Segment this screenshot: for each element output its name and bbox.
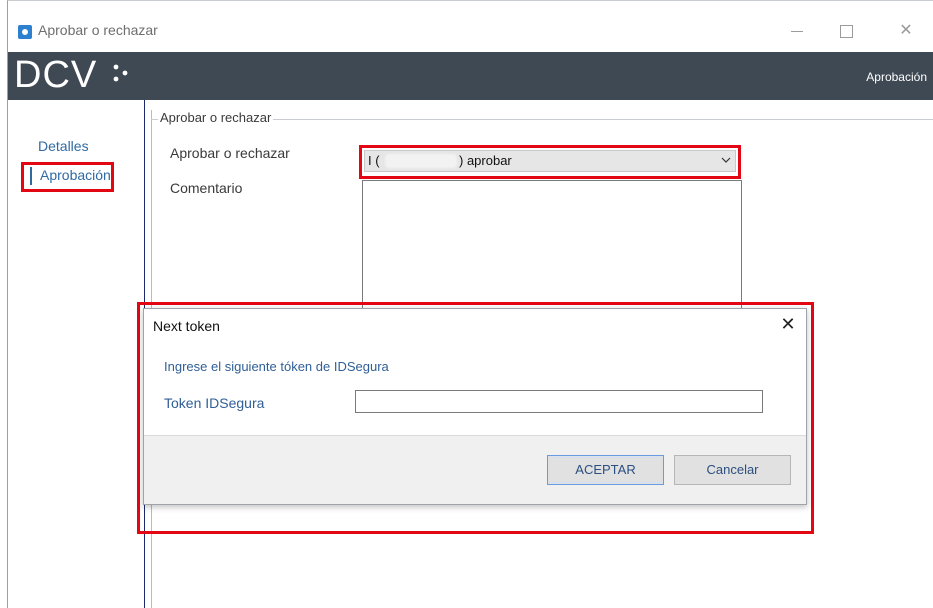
maximize-button[interactable] [826,16,866,46]
maximize-icon [840,25,853,38]
header-section-label: Aprobación [866,70,927,84]
accept-button[interactable]: ACEPTAR [547,455,664,485]
comment-label: Comentario [170,180,243,196]
close-icon: ✕ [899,22,913,39]
minimize-button[interactable] [777,16,817,46]
minimize-icon [791,31,803,32]
comment-textarea[interactable] [362,180,742,310]
close-icon: ✕ [780,314,796,334]
token-input[interactable] [355,390,763,413]
dialog-title: Next token [153,318,220,334]
app-icon [18,25,32,39]
sidebar-item-aprobacion[interactable]: Aprobación [40,167,111,183]
select-value-suffix: ) aprobar [459,153,512,168]
redacted-name [385,154,457,168]
group-title: Aprobar o rechazar [158,110,274,125]
dialog-prompt: Ingrese el siguiente tóken de IDSegura [164,359,389,374]
token-label: Token IDSegura [164,395,265,411]
logo-dots-icon [113,64,128,82]
approve-select[interactable]: I ( ) aprobar [364,150,736,172]
active-indicator [30,167,32,185]
header-band [8,52,933,100]
sidebar-item-detalles[interactable]: Detalles [38,138,89,154]
chevron-down-icon [721,152,731,171]
select-value-prefix: I ( [368,153,380,168]
window-close-button[interactable]: ✕ [886,16,926,46]
dcv-logo: DCV [14,54,98,96]
approve-label: Aprobar o rechazar [170,145,290,161]
window-title: Aprobar o rechazar [38,22,158,38]
dialog-close-button[interactable]: ✕ [777,312,799,336]
cancel-button[interactable]: Cancelar [674,455,791,485]
